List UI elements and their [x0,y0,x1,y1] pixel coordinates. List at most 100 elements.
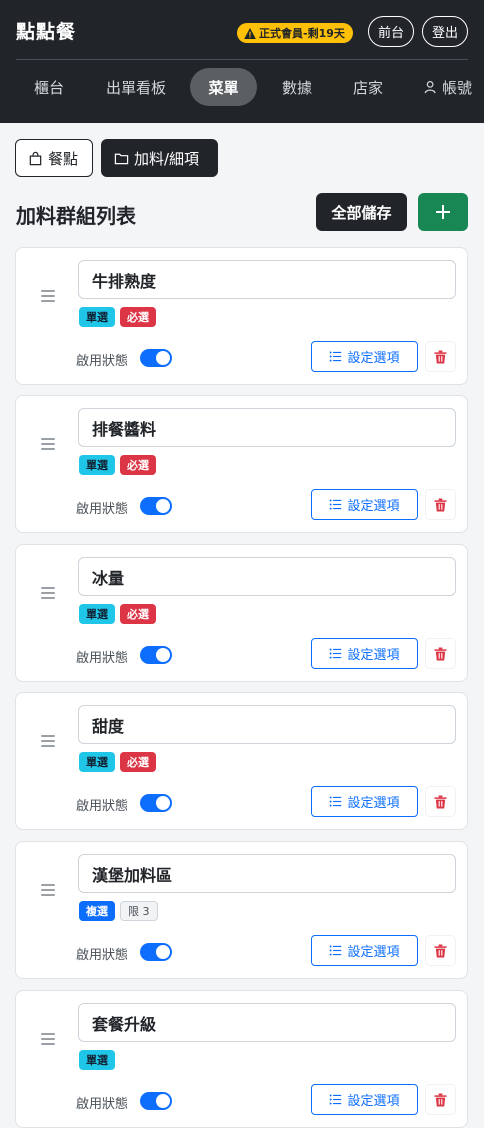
nav-item-counter[interactable]: 櫃台 [27,68,71,106]
meal-tab-label: 餐點 [48,149,79,168]
nav-item-order-board[interactable]: 出單看板 [100,68,172,106]
addon-group-card: 排餐醬料 單選 必選 啟用狀態 設定選項 [15,395,468,533]
group-name-value: 漢堡加料區 [92,865,173,885]
group-name-value: 排餐醬料 [92,419,157,439]
main-nav: 櫃台 出單看板 菜單 數據 店家 帳號 [0,68,484,106]
nav-item-account[interactable]: 帳號 [424,68,484,106]
trash-icon [434,1093,447,1106]
brand-title[interactable]: 點點餐 [16,17,76,44]
required-badge: 必選 [120,604,156,624]
set-options-label: 設定選項 [347,499,400,514]
set-options-button[interactable]: 設定選項 [311,638,418,669]
group-name-input[interactable]: 冰量 [78,557,456,596]
top-navbar: 點點餐 正式會員-剩19天 前台 登出 櫃台 出單看板 菜單 數據 店家 帳號 [0,0,484,123]
group-badges: 單選 必選 [79,752,156,772]
group-badges: 單選 必選 [79,455,156,475]
save-all-button[interactable]: 全部儲存 [316,193,407,231]
single-select-badge: 單選 [79,307,115,327]
list-icon [330,796,342,807]
group-name-value: 冰量 [92,568,125,588]
group-name-input[interactable]: 套餐升級 [78,1003,456,1042]
delete-button[interactable] [426,490,455,519]
status-label: 啟用狀態 [76,799,129,814]
limit-badge: 限 3 [120,901,158,921]
warning-icon [244,27,256,39]
addon-group-card: 冰量 單選 必選 啟用狀態 設定選項 [15,544,468,682]
drag-handle-icon[interactable] [41,735,55,747]
set-options-label: 設定選項 [347,351,400,366]
addon-group-card: 套餐升級 單選 啟用狀態 設定選項 [15,990,468,1128]
group-badges: 複選限 3 [79,901,158,921]
folder-icon [114,153,129,164]
delete-button[interactable] [426,639,455,668]
enabled-toggle[interactable] [140,794,172,812]
delete-button[interactable] [426,787,455,816]
addon-group-card: 牛排熟度 單選 必選 啟用狀態 設定選項 [15,247,468,385]
delete-button[interactable] [426,342,455,371]
nav-item-menu[interactable]: 菜單 [190,68,257,106]
section-title: 加料群組列表 [16,204,136,228]
header-divider [16,59,468,60]
enabled-toggle[interactable] [140,349,172,367]
single-select-badge: 單選 [79,604,115,624]
addon-tab-button[interactable]: 加料/細項 [101,139,218,177]
group-badges: 單選 必選 [79,604,156,624]
group-badges: 單選 必選 [79,307,156,327]
list-icon [330,945,342,956]
list-icon [330,1094,342,1105]
user-gear-icon [424,80,436,94]
group-name-input[interactable]: 甜度 [78,705,456,744]
required-badge: 必選 [120,307,156,327]
group-name-value: 牛排熟度 [92,271,157,291]
delete-button[interactable] [426,1085,455,1114]
set-options-label: 設定選項 [347,945,400,960]
status-label: 啟用狀態 [76,502,129,517]
required-badge: 必選 [120,455,156,475]
group-name-value: 甜度 [92,716,125,736]
addon-group-card: 甜度 單選 必選 啟用狀態 設定選項 [15,692,468,830]
single-select-badge: 單選 [79,455,115,475]
drag-handle-icon[interactable] [41,1033,55,1045]
drag-handle-icon[interactable] [41,587,55,599]
plus-icon [436,205,450,219]
list-icon [330,648,342,659]
set-options-button[interactable]: 設定選項 [311,341,418,372]
drag-handle-icon[interactable] [41,884,55,896]
drag-handle-icon[interactable] [41,290,55,302]
add-group-button[interactable] [418,193,468,231]
set-options-button[interactable]: 設定選項 [311,786,418,817]
meal-tab-button[interactable]: 餐點 [15,139,93,177]
group-name-input[interactable]: 排餐醬料 [78,408,456,447]
set-options-button[interactable]: 設定選項 [311,935,418,966]
enabled-toggle[interactable] [140,1092,172,1110]
delete-button[interactable] [426,936,455,965]
set-options-button[interactable]: 設定選項 [311,489,418,520]
set-options-button[interactable]: 設定選項 [311,1084,418,1115]
list-icon [330,351,342,362]
set-options-label: 設定選項 [347,1094,400,1109]
required-badge: 必選 [120,752,156,772]
nav-item-data[interactable]: 數據 [275,68,319,106]
group-badges: 單選 [79,1050,115,1070]
single-select-badge: 單選 [79,1050,115,1070]
shopping-bag-icon [29,151,42,165]
status-label: 啟用狀態 [76,948,129,963]
enabled-toggle[interactable] [140,646,172,664]
group-name-input[interactable]: 牛排熟度 [78,260,456,299]
drag-handle-icon[interactable] [41,438,55,450]
set-options-label: 設定選項 [347,796,400,811]
logout-button[interactable]: 登出 [422,16,468,47]
status-label: 啟用狀態 [76,354,129,369]
group-name-input[interactable]: 漢堡加料區 [78,854,456,893]
enabled-toggle[interactable] [140,943,172,961]
enabled-toggle[interactable] [140,497,172,515]
membership-badge: 正式會員-剩19天 [237,23,353,43]
trash-icon [434,795,447,808]
nav-item-store[interactable]: 店家 [346,68,390,106]
set-options-label: 設定選項 [347,648,400,663]
multi-select-badge: 複選 [79,901,115,921]
trash-icon [434,498,447,511]
trash-icon [434,944,447,957]
front-button[interactable]: 前台 [368,16,414,47]
single-select-badge: 單選 [79,752,115,772]
